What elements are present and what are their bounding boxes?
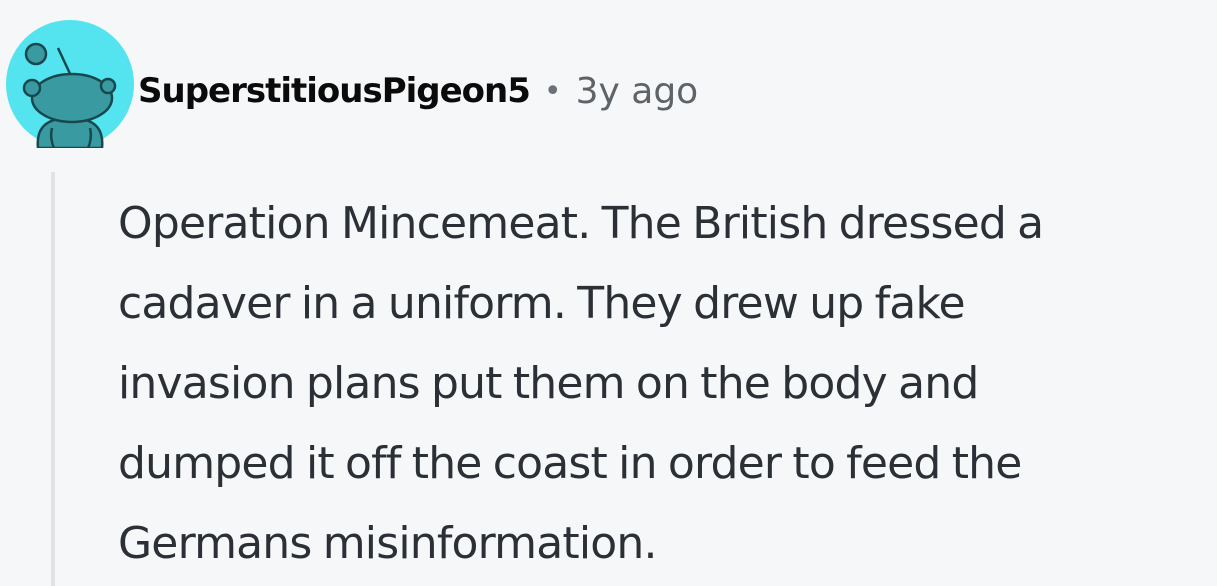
comment-header: SuperstitiousPigeon5 • 3y ago (138, 62, 698, 120)
avatar[interactable] (6, 20, 134, 150)
comment-body: Operation Mincemeat. The British dressed… (118, 184, 1213, 584)
comment-body-line: cadaver in a uniform. They drew up fake (118, 278, 966, 329)
separator-dot: • (543, 73, 562, 109)
comment-body-line: dumped it off the coast in order to feed… (118, 438, 1022, 489)
thread-line[interactable] (51, 172, 55, 586)
comment-body-line: Germans misinformation. (118, 518, 657, 569)
timestamp[interactable]: 3y ago (576, 71, 699, 112)
username-link[interactable]: SuperstitiousPigeon5 (138, 71, 531, 111)
snoo-avatar-icon (6, 20, 134, 150)
comment-body-line: Operation Mincemeat. The British dressed… (118, 198, 1044, 249)
comment-body-line: invasion plans put them on the body and (118, 358, 979, 409)
